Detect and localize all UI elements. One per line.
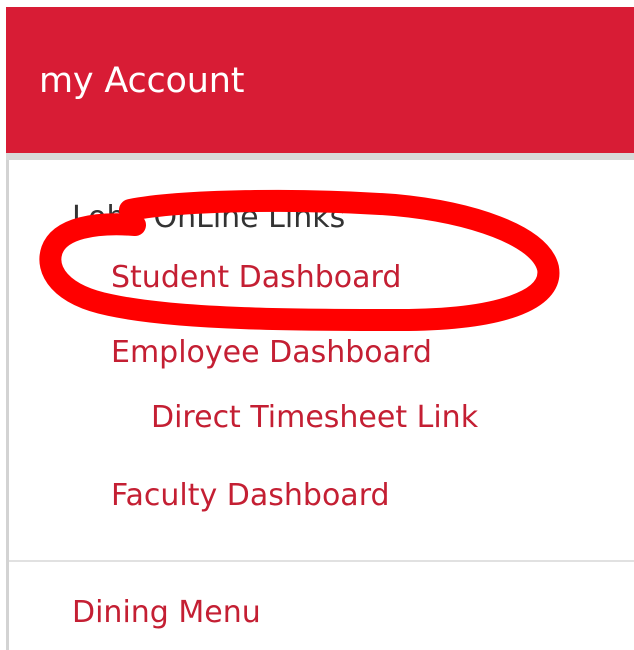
panel-header: my Account (6, 7, 634, 153)
lobo-online-links-label: Lobo OnLine Links (72, 200, 346, 235)
panel-content: Lobo OnLine Links Student Dashboard Empl… (9, 160, 634, 650)
student-dashboard-link[interactable]: Student Dashboard (111, 260, 401, 295)
employee-dashboard-link[interactable]: Employee Dashboard (111, 335, 432, 370)
faculty-dashboard-link[interactable]: Faculty Dashboard (111, 478, 390, 513)
panel-title: my Account (39, 61, 245, 101)
header-underline (6, 153, 634, 160)
section-divider (9, 560, 634, 562)
direct-timesheet-link[interactable]: Direct Timesheet Link (151, 400, 478, 435)
my-account-panel: my Account Lobo OnLine Links Student Das… (6, 7, 634, 650)
dining-menu-link[interactable]: Dining Menu (72, 595, 261, 630)
